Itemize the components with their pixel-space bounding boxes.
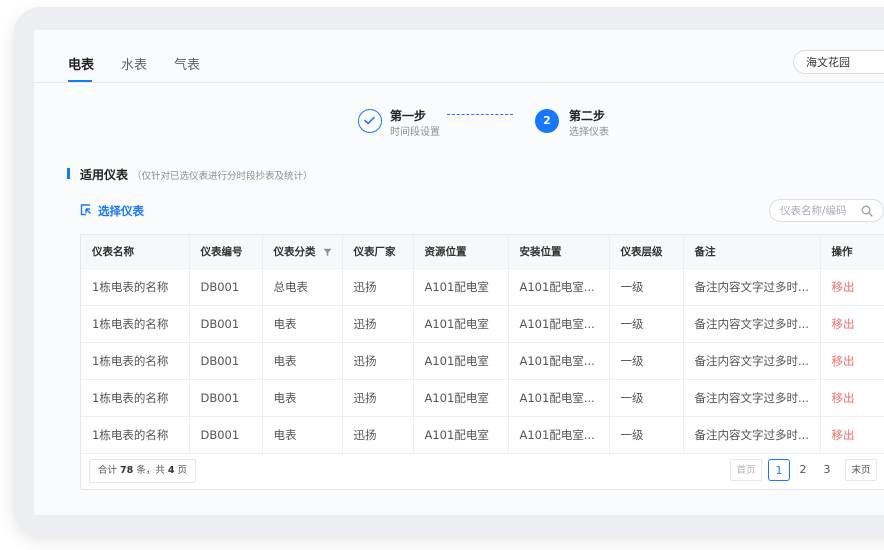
pagination-total: 合计 78 条，共 4 页 [89, 459, 197, 483]
total-mid: 条，共 [136, 465, 165, 476]
cell-resource-location: A101配电室 [413, 268, 509, 306]
cell-install-location: A101配电室... [508, 342, 610, 380]
select-meter-label: 选择仪表 [98, 204, 144, 218]
cell-resource-location: A101配电室 [413, 379, 509, 417]
tab-gas-meter[interactable]: 气表 [174, 54, 200, 73]
col-header-remark: 备注 [683, 235, 821, 269]
cell-remark: 备注内容文字过多时... [683, 416, 821, 454]
step-2-number: 2 [535, 109, 559, 133]
step-1-subtitle: 时间段设置 [390, 127, 440, 138]
cell-category: 电表 [262, 416, 343, 454]
cell-resource-location: A101配电室 [413, 416, 509, 454]
cell-remark: 备注内容文字过多时... [683, 379, 821, 417]
remove-link[interactable]: 移出 [820, 416, 884, 454]
page-1-button[interactable]: 1 [768, 459, 790, 481]
col-header-level: 仪表层级 [609, 235, 684, 269]
cell-code: DB001 [189, 305, 263, 343]
cell-level: 一级 [609, 305, 684, 343]
cell-level: 一级 [609, 416, 684, 454]
cell-vendor: 迅扬 [342, 342, 414, 380]
cell-name: 1栋电表的名称 [81, 305, 190, 343]
select-icon [80, 204, 91, 216]
cell-vendor: 迅扬 [342, 268, 414, 306]
col-header-vendor: 仪表厂家 [342, 235, 414, 269]
meter-search[interactable] [769, 199, 884, 222]
total-prefix: 合计 [98, 465, 118, 476]
cell-install-location: A101配电室... [508, 305, 610, 343]
page-3-button[interactable]: 3 [816, 459, 838, 481]
cell-vendor: 迅扬 [342, 305, 414, 343]
last-page-button[interactable]: 末页 [845, 459, 877, 481]
section-note: （仅针对已选仪表进行分时段抄表及统计） [132, 171, 313, 182]
step-1-title: 第一步 [390, 109, 427, 123]
tab-electric-meter[interactable]: 电表 [68, 54, 94, 73]
cell-code: DB001 [189, 379, 263, 417]
remove-link[interactable]: 移出 [820, 342, 884, 380]
cell-category: 电表 [262, 342, 343, 380]
table-row: 1栋电表的名称 DB001 电表 迅扬 A101配电室 A101配电室... 一… [81, 342, 884, 380]
col-header-install-location: 安装位置 [508, 235, 610, 269]
cell-level: 一级 [609, 379, 684, 417]
cell-resource-location: A101配电室 [413, 342, 509, 380]
cell-level: 一级 [609, 268, 684, 306]
cell-remark: 备注内容文字过多时... [683, 342, 821, 380]
section-marker [67, 168, 70, 179]
remove-link[interactable]: 移出 [820, 379, 884, 417]
col-header-action: 操作 [820, 235, 884, 269]
cell-install-location: A101配电室... [508, 268, 610, 306]
total-pages: 4 [167, 465, 175, 476]
col-header-name: 仪表名称 [81, 235, 190, 269]
page-2-button[interactable]: 2 [792, 459, 814, 481]
table-row: 1栋电表的名称 DB001 电表 迅扬 A101配电室 A101配电室... 一… [81, 305, 884, 343]
step-2-subtitle: 选择仪表 [569, 127, 609, 138]
location-select[interactable]: 海文花园 [793, 50, 884, 74]
cell-name: 1栋电表的名称 [81, 416, 190, 454]
step-connector [447, 114, 513, 115]
total-suffix: 页 [177, 465, 188, 476]
remove-link[interactable]: 移出 [820, 268, 884, 306]
cell-code: DB001 [189, 342, 263, 380]
cell-name: 1栋电表的名称 [81, 268, 190, 306]
active-tab-indicator [68, 80, 92, 82]
total-count: 78 [120, 465, 134, 476]
table-row: 1栋电表的名称 DB001 电表 迅扬 A101配电室 A101配电室... 一… [81, 379, 884, 417]
cell-category: 总电表 [262, 268, 343, 306]
first-page-button[interactable]: 首页 [730, 459, 762, 481]
cell-code: DB001 [189, 268, 263, 306]
cell-install-location: A101配电室... [508, 416, 610, 454]
col-header-resource-location: 资源位置 [413, 235, 509, 269]
step-1-check-icon [358, 109, 382, 133]
cell-level: 一级 [609, 342, 684, 380]
table-row: 1栋电表的名称 DB001 总电表 迅扬 A101配电室 A101配电室... … [81, 268, 884, 306]
step-2-title: 第二步 [569, 109, 606, 123]
cell-category: 电表 [262, 305, 343, 343]
filter-icon[interactable] [323, 248, 332, 257]
remove-link[interactable]: 移出 [820, 305, 884, 343]
cell-vendor: 迅扬 [342, 379, 414, 417]
main-panel: 电表 水表 气表 海文花园 第一步 时间段设置 2 第二步 选择仪表 适用仪表 … [34, 30, 884, 515]
meter-table: 仪表名称 仪表编号 仪表分类 仪表厂家 资源位置 安装位置 仪表层级 备注 操作… [80, 234, 884, 490]
cell-remark: 备注内容文字过多时... [683, 305, 821, 343]
search-icon[interactable] [861, 205, 873, 217]
cell-remark: 备注内容文字过多时... [683, 268, 821, 306]
cell-vendor: 迅扬 [342, 416, 414, 454]
cell-code: DB001 [189, 416, 263, 454]
section-title: 适用仪表 [80, 168, 129, 182]
tab-water-meter[interactable]: 水表 [121, 54, 147, 73]
meter-search-input[interactable] [780, 203, 860, 218]
table-row: 1栋电表的名称 DB001 电表 迅扬 A101配电室 A101配电室... 一… [81, 416, 884, 454]
cell-resource-location: A101配电室 [413, 305, 509, 343]
cell-name: 1栋电表的名称 [81, 342, 190, 380]
col-header-code: 仪表编号 [189, 235, 263, 269]
cell-install-location: A101配电室... [508, 379, 610, 417]
meter-type-tabs: 电表 水表 气表 海文花园 [34, 30, 884, 83]
cell-category: 电表 [262, 379, 343, 417]
col-header-category[interactable]: 仪表分类 [262, 235, 343, 269]
col-header-category-label: 仪表分类 [273, 246, 316, 258]
cell-name: 1栋电表的名称 [81, 379, 190, 417]
table-header-row: 仪表名称 仪表编号 仪表分类 仪表厂家 资源位置 安装位置 仪表层级 备注 操作 [81, 235, 884, 269]
